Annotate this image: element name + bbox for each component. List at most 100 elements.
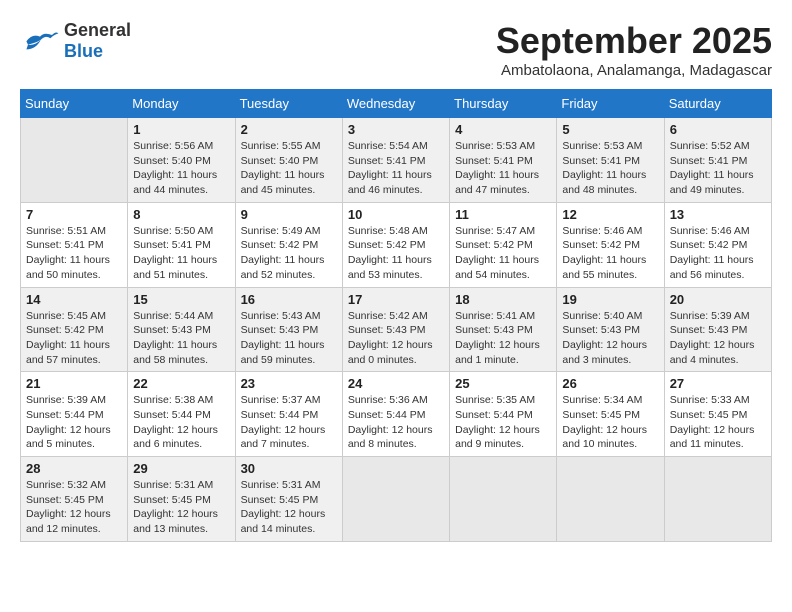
calendar-cell: [450, 457, 557, 542]
calendar-cell: 9 Sunrise: 5:49 AM Sunset: 5:42 PM Daylig…: [235, 202, 342, 287]
day-number: 8: [133, 207, 229, 222]
day-number: 15: [133, 292, 229, 307]
calendar-cell: 7 Sunrise: 5:51 AM Sunset: 5:41 PM Daylig…: [21, 202, 128, 287]
day-info: Sunrise: 5:48 AM Sunset: 5:42 PM Dayligh…: [348, 224, 444, 283]
calendar-cell: 23Sunrise: 5:37 AM Sunset: 5:44 PM Dayli…: [235, 372, 342, 457]
day-info: Sunrise: 5:53 AM Sunset: 5:41 PM Dayligh…: [455, 139, 551, 198]
calendar-cell: [664, 457, 771, 542]
day-info: Sunrise: 5:41 AM Sunset: 5:43 PM Dayligh…: [455, 309, 551, 368]
day-info: Sunrise: 5:51 AM Sunset: 5:41 PM Dayligh…: [26, 224, 122, 283]
day-info: Sunrise: 5:40 AM Sunset: 5:43 PM Dayligh…: [562, 309, 658, 368]
calendar-week-row: 14 Sunrise: 5:45 AM Sunset: 5:42 PM Dayli…: [21, 287, 772, 372]
day-info: Sunrise: 5:33 AM Sunset: 5:45 PM Dayligh…: [670, 393, 766, 452]
calendar-cell: 10 Sunrise: 5:48 AM Sunset: 5:42 PM Dayli…: [342, 202, 449, 287]
day-info: Sunrise: 5:42 AM Sunset: 5:43 PM Dayligh…: [348, 309, 444, 368]
column-header-tuesday: Tuesday: [235, 90, 342, 118]
column-header-friday: Friday: [557, 90, 664, 118]
day-number: 12: [562, 207, 658, 222]
day-number: 5: [562, 122, 658, 137]
day-number: 13: [670, 207, 766, 222]
day-number: 10: [348, 207, 444, 222]
day-number: 20: [670, 292, 766, 307]
day-number: 23: [241, 376, 337, 391]
day-info: Sunrise: 5:34 AM Sunset: 5:45 PM Dayligh…: [562, 393, 658, 452]
calendar-cell: 15 Sunrise: 5:44 AM Sunset: 5:43 PM Dayli…: [128, 287, 235, 372]
calendar-cell: 17 Sunrise: 5:42 AM Sunset: 5:43 PM Dayli…: [342, 287, 449, 372]
day-number: 24: [348, 376, 444, 391]
calendar-cell: 28 Sunrise: 5:32 AM Sunset: 5:45 PM Dayli…: [21, 457, 128, 542]
day-info: Sunrise: 5:44 AM Sunset: 5:43 PM Dayligh…: [133, 309, 229, 368]
month-title: September 2025: [496, 20, 772, 62]
logo: General Blue: [20, 20, 131, 62]
calendar-cell: 11 Sunrise: 5:47 AM Sunset: 5:42 PM Dayli…: [450, 202, 557, 287]
calendar-cell: 6Sunrise: 5:52 AM Sunset: 5:41 PM Daylig…: [664, 118, 771, 203]
logo-icon: [20, 27, 60, 55]
day-info: Sunrise: 5:31 AM Sunset: 5:45 PM Dayligh…: [133, 478, 229, 537]
day-info: Sunrise: 5:50 AM Sunset: 5:41 PM Dayligh…: [133, 224, 229, 283]
calendar-cell: 20 Sunrise: 5:39 AM Sunset: 5:43 PM Dayli…: [664, 287, 771, 372]
calendar-cell: 22 Sunrise: 5:38 AM Sunset: 5:44 PM Dayli…: [128, 372, 235, 457]
day-number: 14: [26, 292, 122, 307]
day-number: 11: [455, 207, 551, 222]
day-number: 18: [455, 292, 551, 307]
day-number: 29: [133, 461, 229, 476]
calendar-header-row: SundayMondayTuesdayWednesdayThursdayFrid…: [21, 90, 772, 118]
calendar-cell: 19 Sunrise: 5:40 AM Sunset: 5:43 PM Dayli…: [557, 287, 664, 372]
day-info: Sunrise: 5:35 AM Sunset: 5:44 PM Dayligh…: [455, 393, 551, 452]
day-number: 9: [241, 207, 337, 222]
day-number: 21: [26, 376, 122, 391]
day-number: 22: [133, 376, 229, 391]
day-number: 1: [133, 122, 229, 137]
day-number: 16: [241, 292, 337, 307]
column-header-thursday: Thursday: [450, 90, 557, 118]
day-number: 26: [562, 376, 658, 391]
day-info: Sunrise: 5:46 AM Sunset: 5:42 PM Dayligh…: [562, 224, 658, 283]
calendar-cell: 8 Sunrise: 5:50 AM Sunset: 5:41 PM Daylig…: [128, 202, 235, 287]
calendar-cell: 29 Sunrise: 5:31 AM Sunset: 5:45 PM Dayli…: [128, 457, 235, 542]
day-info: Sunrise: 5:45 AM Sunset: 5:42 PM Dayligh…: [26, 309, 122, 368]
day-info: Sunrise: 5:56 AM Sunset: 5:40 PM Dayligh…: [133, 139, 229, 198]
calendar-week-row: 1 Sunrise: 5:56 AM Sunset: 5:40 PM Daylig…: [21, 118, 772, 203]
calendar-cell: 14 Sunrise: 5:45 AM Sunset: 5:42 PM Dayli…: [21, 287, 128, 372]
calendar-cell: 16 Sunrise: 5:43 AM Sunset: 5:43 PM Dayli…: [235, 287, 342, 372]
column-header-sunday: Sunday: [21, 90, 128, 118]
calendar-cell: [557, 457, 664, 542]
calendar-week-row: 28 Sunrise: 5:32 AM Sunset: 5:45 PM Dayli…: [21, 457, 772, 542]
day-info: Sunrise: 5:54 AM Sunset: 5:41 PM Dayligh…: [348, 139, 444, 198]
calendar-cell: 3 Sunrise: 5:54 AM Sunset: 5:41 PM Daylig…: [342, 118, 449, 203]
day-info: Sunrise: 5:32 AM Sunset: 5:45 PM Dayligh…: [26, 478, 122, 537]
calendar-cell: 2Sunrise: 5:55 AM Sunset: 5:40 PM Daylig…: [235, 118, 342, 203]
day-number: 7: [26, 207, 122, 222]
calendar-cell: [21, 118, 128, 203]
day-number: 19: [562, 292, 658, 307]
calendar-cell: 5Sunrise: 5:53 AM Sunset: 5:41 PM Daylig…: [557, 118, 664, 203]
day-info: Sunrise: 5:31 AM Sunset: 5:45 PM Dayligh…: [241, 478, 337, 537]
day-info: Sunrise: 5:49 AM Sunset: 5:42 PM Dayligh…: [241, 224, 337, 283]
calendar-cell: 30 Sunrise: 5:31 AM Sunset: 5:45 PM Dayli…: [235, 457, 342, 542]
calendar-cell: 24Sunrise: 5:36 AM Sunset: 5:44 PM Dayli…: [342, 372, 449, 457]
day-info: Sunrise: 5:39 AM Sunset: 5:43 PM Dayligh…: [670, 309, 766, 368]
calendar-week-row: 7 Sunrise: 5:51 AM Sunset: 5:41 PM Daylig…: [21, 202, 772, 287]
day-info: Sunrise: 5:47 AM Sunset: 5:42 PM Dayligh…: [455, 224, 551, 283]
calendar-cell: 26 Sunrise: 5:34 AM Sunset: 5:45 PM Dayli…: [557, 372, 664, 457]
day-info: Sunrise: 5:43 AM Sunset: 5:43 PM Dayligh…: [241, 309, 337, 368]
day-info: Sunrise: 5:52 AM Sunset: 5:41 PM Dayligh…: [670, 139, 766, 198]
column-header-saturday: Saturday: [664, 90, 771, 118]
column-header-wednesday: Wednesday: [342, 90, 449, 118]
page-header: General Blue September 2025 Ambatolaona,…: [20, 20, 772, 79]
day-number: 17: [348, 292, 444, 307]
calendar-cell: 1 Sunrise: 5:56 AM Sunset: 5:40 PM Daylig…: [128, 118, 235, 203]
day-number: 30: [241, 461, 337, 476]
day-info: Sunrise: 5:38 AM Sunset: 5:44 PM Dayligh…: [133, 393, 229, 452]
day-info: Sunrise: 5:46 AM Sunset: 5:42 PM Dayligh…: [670, 224, 766, 283]
calendar-week-row: 21 Sunrise: 5:39 AM Sunset: 5:44 PM Dayli…: [21, 372, 772, 457]
calendar-cell: 18 Sunrise: 5:41 AM Sunset: 5:43 PM Dayli…: [450, 287, 557, 372]
day-info: Sunrise: 5:39 AM Sunset: 5:44 PM Dayligh…: [26, 393, 122, 452]
calendar-cell: 25Sunrise: 5:35 AM Sunset: 5:44 PM Dayli…: [450, 372, 557, 457]
day-number: 3: [348, 122, 444, 137]
column-header-monday: Monday: [128, 90, 235, 118]
calendar-cell: [342, 457, 449, 542]
day-number: 28: [26, 461, 122, 476]
calendar-cell: 13 Sunrise: 5:46 AM Sunset: 5:42 PM Dayli…: [664, 202, 771, 287]
day-number: 4: [455, 122, 551, 137]
